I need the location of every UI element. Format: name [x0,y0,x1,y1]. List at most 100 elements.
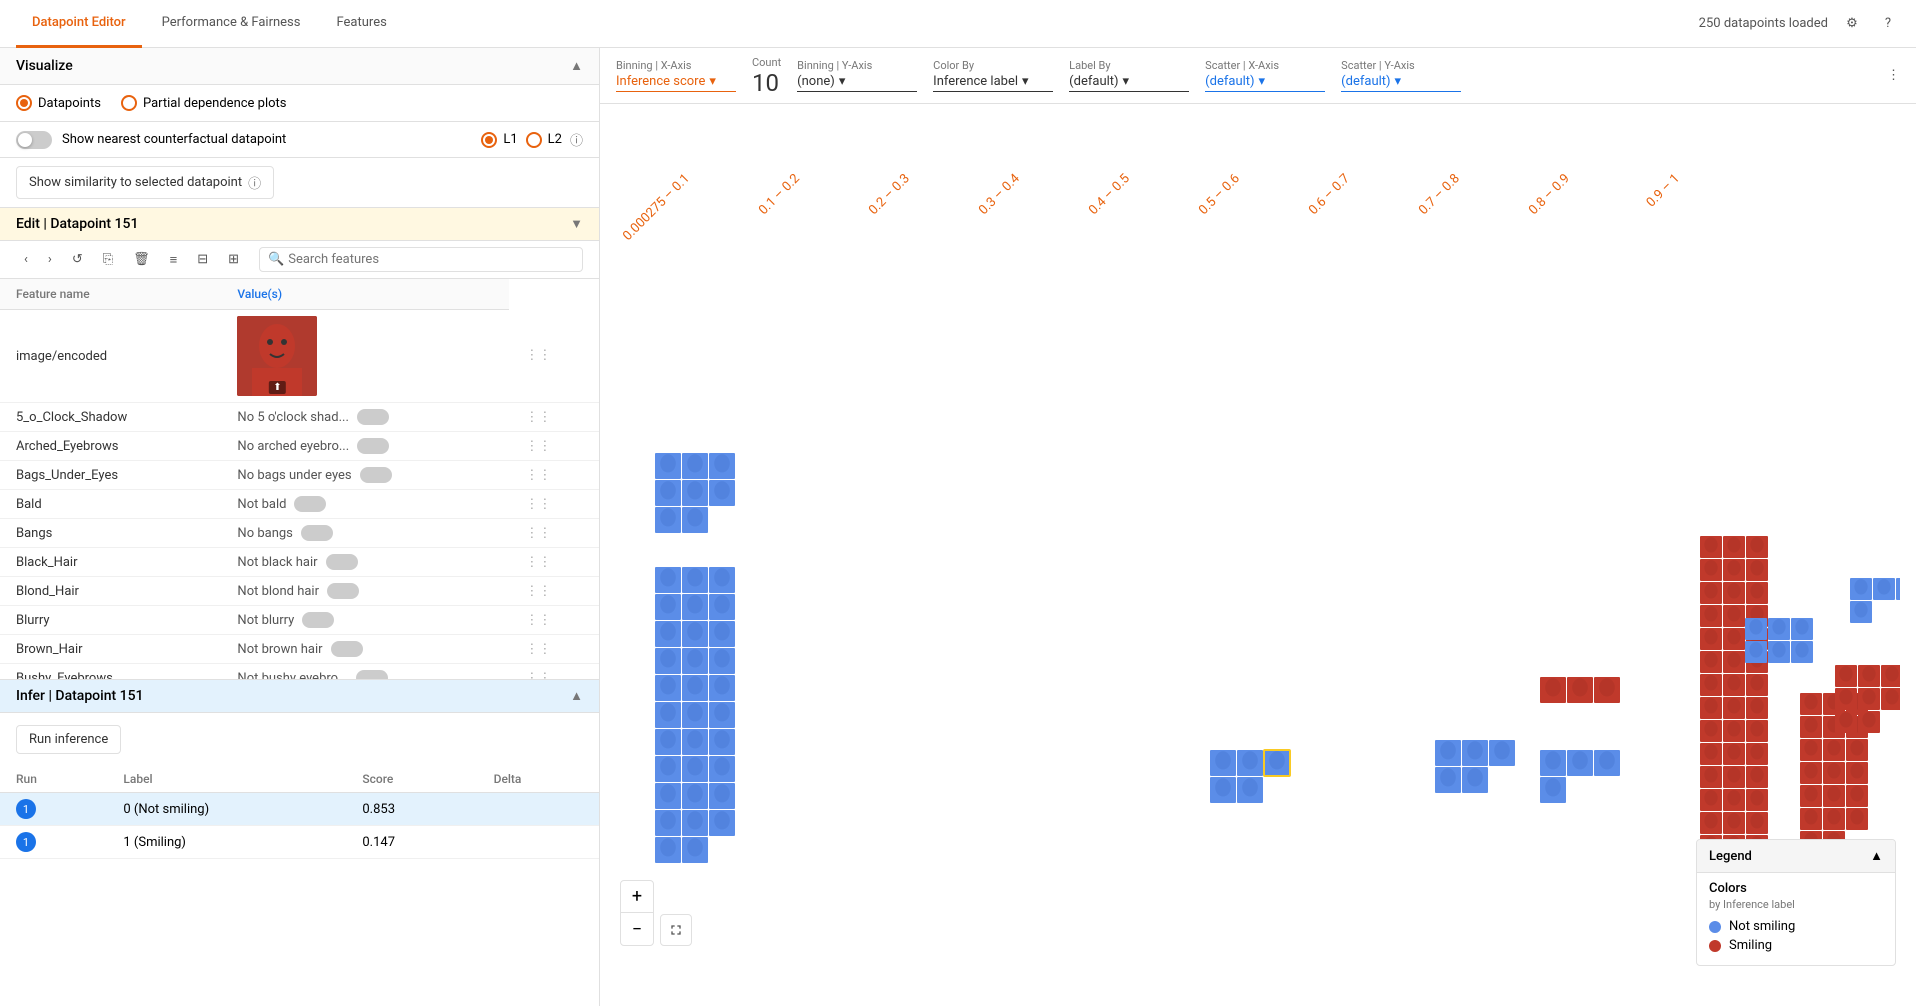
zoom-out-button[interactable]: − [621,913,653,945]
l-norm-help-icon[interactable]: ⓘ [570,130,583,149]
counterfactual-toggle[interactable] [16,131,52,149]
zoom-in-button[interactable]: + [621,881,653,913]
binning-x-select[interactable]: Inference score [616,74,736,92]
svg-text:0.5 – 0.6: 0.5 – 0.6 [1196,171,1243,218]
feature-row-dots[interactable]: ⋮⋮ [509,664,599,680]
tab-features[interactable]: Features [320,0,402,48]
l1-radio[interactable]: L1 [481,132,517,148]
help-icon[interactable]: ? [1876,12,1900,36]
visualize-collapse-icon[interactable]: ▲ [570,58,583,74]
feature-toggle[interactable] [357,438,389,454]
feature-toggle[interactable] [301,525,333,541]
feature-row-dots[interactable]: ⋮⋮ [509,548,599,577]
next-datapoint-button[interactable]: › [40,248,60,271]
feature-row: Blurry Not blurry ⋮⋮ [0,606,599,635]
scatter-x-select[interactable]: (default) [1205,74,1325,92]
feature-toggle[interactable] [302,612,334,628]
feature-toggle[interactable] [357,409,389,425]
legend-colors-label: Colors [1709,881,1883,896]
infer-score-cell: 0.853 [346,793,477,826]
feature-table-container: Feature name Value(s) image/encoded [0,279,599,679]
feature-toggle[interactable] [326,554,358,570]
copy-button[interactable]: ⎘ [95,248,121,271]
feature-row-dots[interactable]: ⋮⋮ [509,490,599,519]
feature-row-dots[interactable]: ⋮⋮ [509,432,599,461]
legend-collapse-icon[interactable]: ▲ [1870,848,1883,864]
feature-row: image/encoded ⬆ ⋮⋮ [0,310,599,403]
infer-label-cell: 1 (Smiling) [107,826,346,859]
main-layout: Visualize ▲ Datapoints Partial dependenc… [0,48,1916,1006]
color-by-chevron [1022,74,1029,89]
sort-default-button[interactable]: ≡ [162,248,186,272]
scatter-y-control: Scatter | Y-Axis (default) [1341,59,1461,92]
partial-dependence-radio[interactable]: Partial dependence plots [121,95,287,111]
feature-name-cell: Brown_Hair [0,635,221,664]
binning-x-chevron [709,74,716,89]
feature-row: Brown_Hair Not brown hair ⋮⋮ [0,635,599,664]
visualize-title: Visualize [16,58,73,74]
feature-row-dots[interactable]: ⋮⋮ [509,606,599,635]
feature-toggle[interactable] [327,583,359,599]
feature-row: Bags_Under_Eyes No bags under eyes ⋮⋮ [0,461,599,490]
feature-toggle[interactable] [331,641,363,657]
feature-name-cell: Black_Hair [0,548,221,577]
feature-row-dots[interactable]: ⋮⋮ [509,403,599,432]
infer-result-row: 1 0 (Not smiling) 0.853 [0,793,599,826]
feature-row-dots[interactable]: ⋮⋮ [509,519,599,548]
feature-toggle[interactable] [356,670,388,679]
binning-y-select[interactable]: (none) [797,74,917,92]
sort-asc-button[interactable]: ⊟ [189,248,216,271]
l2-radio[interactable]: L2 [526,132,562,148]
run-inference-container: Run inference [0,713,599,766]
binning-y-control: Binning | Y-Axis (none) [797,59,917,92]
infer-label-cell: 0 (Not smiling) [107,793,346,826]
infer-title: Infer | Datapoint 151 [16,688,144,704]
feature-value-header: Value(s) [221,279,509,310]
legend-header: Legend ▲ [1697,840,1895,873]
sort-desc-button[interactable]: ⊞ [220,248,247,271]
more-options-button[interactable]: ⋮ [1887,68,1900,83]
feature-row-dots[interactable]: ⋮⋮ [509,635,599,664]
datapoints-radio[interactable]: Datapoints [16,95,101,111]
feature-row-dots[interactable]: ⋮⋮ [509,310,599,403]
label-by-control: Label By (default) [1069,59,1189,92]
binning-y-chevron [839,74,846,89]
edit-section-header: Edit | Datapoint 151 ▼ [0,208,599,241]
scatter-y-select[interactable]: (default) [1341,74,1461,92]
viz-toolbar: Binning | X-Axis Inference score Count 1… [600,48,1916,104]
tab-performance-fairness[interactable]: Performance & Fairness [146,0,317,48]
tab-datapoint-editor[interactable]: Datapoint Editor [16,0,142,48]
chart-area: 0.000275 – 0.10.1 – 0.20.2 – 0.30.3 – 0.… [600,104,1916,1006]
feature-search-box[interactable]: 🔍 [259,247,583,272]
feature-name-cell: Bags_Under_Eyes [0,461,221,490]
scatter-x-chevron [1259,74,1266,89]
similarity-button[interactable]: Show similarity to selected datapoint ⓘ [16,166,274,199]
label-by-select[interactable]: (default) [1069,74,1189,92]
visualization-type-selector: Datapoints Partial dependence plots [0,85,599,122]
feature-search-input[interactable] [288,252,574,267]
edit-expand-icon[interactable]: ▼ [570,216,583,232]
feature-row-dots[interactable]: ⋮⋮ [509,461,599,490]
feature-value-cell: Not black hair [221,548,509,577]
feature-row-dots[interactable]: ⋮⋮ [509,577,599,606]
feature-value-cell: Not blurry [221,606,509,635]
infer-collapse-icon[interactable]: ▲ [570,688,583,704]
infer-section-header: Infer | Datapoint 151 ▲ [0,679,599,713]
infer-table: Run Label Score Delta 1 0 (Not smiling) … [0,766,599,859]
fullscreen-button[interactable] [660,914,692,946]
label-by-label: Label By [1069,59,1189,72]
run-inference-button[interactable]: Run inference [16,725,121,754]
feature-toggle[interactable] [360,467,392,483]
top-navigation: Datapoint Editor Performance & Fairness … [0,0,1916,48]
svg-text:0.2 – 0.3: 0.2 – 0.3 [866,171,913,218]
delete-button[interactable]: 🗑 [125,248,158,271]
feature-toggle[interactable] [294,496,326,512]
settings-icon[interactable]: ⚙ [1840,12,1864,36]
toggle-knob [18,133,32,147]
color-by-select[interactable]: Inference label [933,74,1053,92]
zoom-controls: + − [620,880,654,946]
prev-datapoint-button[interactable]: ‹ [16,248,36,271]
scatter-y-label: Scatter | Y-Axis [1341,59,1461,72]
undo-button[interactable]: ↺ [64,248,91,271]
legend-body: Colors by Inference label Not smiling Sm… [1697,873,1895,965]
